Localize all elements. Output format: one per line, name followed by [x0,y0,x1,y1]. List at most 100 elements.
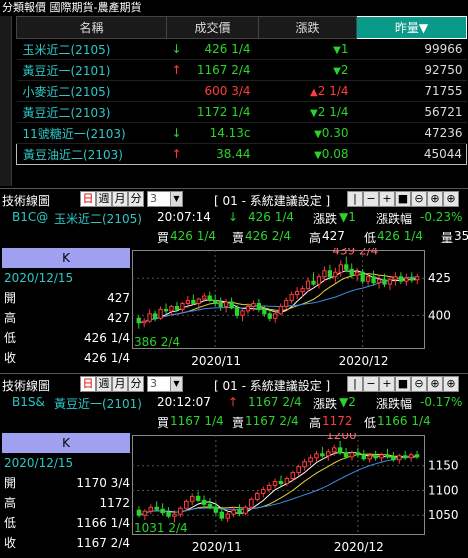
candle-body [160,508,165,514]
candle-body [296,466,301,474]
bar-detail-header: K [2,433,130,453]
period-minute-button[interactable]: 分 [128,376,144,392]
indicator-setting-label[interactable]: [ 01 - 系統建議設定 ] [214,377,330,394]
chart-toolbar: 技術線圖日週月分 3 ▼[ 01 - 系統建議設定 ] | − + ■ ⊖ ⊕ ⊕ [0,373,468,393]
table-row[interactable]: 黃豆近二(2103) 1172 1/4 ▼2 1/4 56721 [16,101,467,123]
row-change-value: 2 [340,63,349,77]
square-icon[interactable]: ■ [395,376,411,392]
y-tick-label: 1150 [428,459,459,473]
quote-table: 名稱 成交價 漲跌 昨量▼ 玉米近二(2105) ↓ 426 1/4 ▼1 99966 黃… [16,16,468,165]
candle-body [229,301,234,309]
table-row[interactable]: 小麥近二(2105) 600 3/4 ▲2 1/4 71755 [16,80,467,102]
chevron-down-icon[interactable]: ▼ [170,192,182,206]
minus-icon[interactable]: − [363,191,379,207]
zoom-in-alt-icon[interactable]: ⊕ [443,191,459,207]
candle-body [367,455,372,460]
table-row[interactable]: 玉米近二(2105) ↓ 426 1/4 ▼1 99966 [16,38,467,60]
table-row[interactable]: 11號糖近一(2103) ↓ 14.13c ▼0.30 47236 [16,122,467,144]
zoom-in-icon[interactable]: ⊕ [427,376,443,392]
price-chart[interactable]: 1150 1100 1050 2020/11 2020/12 1200 1031 2/4 [132,433,468,558]
quote-table-header: 名稱 成交價 漲跌 昨量▼ [16,16,468,39]
candle-body [290,472,296,480]
candle-body [333,271,338,278]
divider-icon[interactable]: | [347,191,363,207]
zoom-in-alt-icon[interactable]: ⊕ [443,376,459,392]
row-price: 1172 1/4 [186,101,259,123]
candle-body [189,495,195,502]
table-row[interactable]: 黃豆近一(2101) ↑ 1167 2/4 ▼2 92750 [16,59,467,81]
column-header-price[interactable]: 成交價 [165,16,260,39]
candle-body [185,299,191,304]
divider-icon[interactable]: | [347,376,363,392]
bar-detail-row: 低 426 1/4 [2,328,130,348]
row-name[interactable]: 小麥近二(2105) [16,80,167,102]
row-tick-arrow-icon [166,101,187,123]
candle-body [387,279,393,285]
candle-body [262,308,267,315]
change-pct-label: 漲跌幅 [376,212,413,226]
period-month-button[interactable]: 月 [112,376,128,392]
moving-average-line [138,276,418,324]
zoom-out-icon[interactable]: ⊖ [411,376,427,392]
period-minute-button[interactable]: 分 [128,191,144,207]
chevron-down-icon[interactable]: ▼ [170,377,182,391]
candle-body [337,447,343,454]
plus-icon[interactable]: + [379,376,395,392]
row-tick-arrow-icon: ↑ [166,59,187,81]
bar-detail-row: 高 1172 [2,493,130,513]
max-price-label: 1200 [326,433,357,442]
candlestick-chart[interactable]: 1150 1100 1050 2020/11 2020/12 1200 1031 2/4 [132,433,468,558]
period-minutes-select[interactable]: 3 ▼ [147,191,183,207]
column-header-change[interactable]: 漲跌 [258,16,358,39]
row-name[interactable]: 黃豆近二(2103) [16,101,167,123]
candlestick-chart[interactable]: 425 400 2020/11 2020/12 439 2/4 386 2/4 [132,248,468,372]
period-day-button[interactable]: 日 [80,191,96,207]
plot-frame [132,250,425,349]
table-row[interactable]: 黃豆油近二(2103) ↑ 38.44 ▼0.08 45044 [16,143,468,165]
period-week-button[interactable]: 週 [96,191,112,207]
minus-icon[interactable]: − [363,376,379,392]
period-minutes-select[interactable]: 3 ▼ [147,376,183,392]
ask-label: 賣 [232,416,245,430]
bar-detail-value: 426 1/4 [83,331,130,345]
quote-time: 20:12:07 [157,395,211,409]
window-title: 分類報價 國際期貨-農產期貨 [0,0,468,16]
period-week-button[interactable]: 週 [96,376,112,392]
row-change: ▲2 1/4 [258,80,357,102]
bar-detail-label: 高 [4,496,17,510]
period-day-button[interactable]: 日 [80,376,96,392]
candle-body [207,503,213,508]
row-name[interactable]: 玉米近二(2105) [16,38,167,60]
row-change-value: 2 1/4 [317,84,349,98]
bar-detail-value: 426 1/4 [83,351,130,365]
candle-body [415,276,420,281]
change-value: ▼2 [339,395,356,409]
high-label: 高 [309,416,322,430]
zoom-out-icon[interactable]: ⊖ [411,191,427,207]
high-label: 高 [309,231,322,245]
candle-body [289,294,294,301]
indicator-setting-label[interactable]: [ 01 - 系統建議設定 ] [214,192,330,209]
low-label: 低 [364,416,377,430]
x-tick-label: 2020/12 [339,354,389,368]
column-header-volume[interactable]: 昨量▼ [356,16,468,39]
bar-date: 2020/12/15 [4,456,74,470]
row-price: 14.13c [186,122,259,144]
period-month-button[interactable]: 月 [112,191,128,207]
row-name[interactable]: 黃豆近一(2101) [16,59,167,81]
zoom-in-icon[interactable]: ⊕ [427,191,443,207]
row-name[interactable]: 黃豆油近二(2103) [16,143,167,165]
bid-label: 買 [157,231,170,245]
bar-detail-row: 收 1167 2/4 [2,533,130,553]
square-icon[interactable]: ■ [395,191,411,207]
price-chart[interactable]: 425 400 2020/11 2020/12 439 2/4 386 2/4 [132,248,468,372]
candle-body [361,454,367,460]
candle-body [355,271,360,276]
high-value: 1172 [322,414,353,428]
tick-arrow-icon: ↑ [228,395,239,409]
candle-body [308,457,313,463]
plus-icon[interactable]: + [379,191,395,207]
column-header-name[interactable]: 名稱 [16,16,167,39]
row-name[interactable]: 11號糖近一(2103) [16,122,167,144]
y-tick-label: 1050 [428,508,459,522]
